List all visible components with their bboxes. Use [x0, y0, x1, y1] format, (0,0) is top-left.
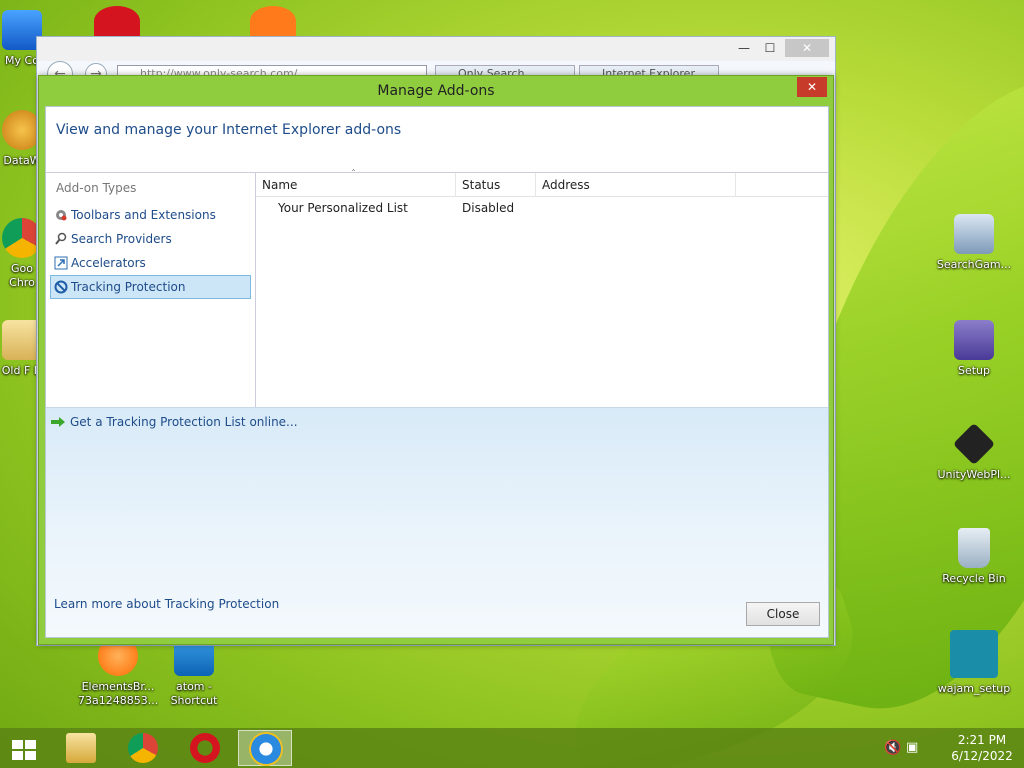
type-tracking-protection[interactable]: Tracking Protection: [50, 275, 251, 299]
taskbar: 🔇 ▣ 2:21 PM 6/12/2022: [0, 728, 1024, 768]
dialog-header: View and manage your Internet Explorer a…: [46, 107, 828, 173]
setup-box-icon: [954, 320, 994, 360]
minimize-icon[interactable]: —: [731, 39, 757, 57]
system-tray: 🔇 ▣ 2:21 PM 6/12/2022: [884, 728, 1024, 768]
recycle-bin-icon: [958, 528, 990, 568]
desktop-icon-elements-browser[interactable]: ElementsBr... 73a1248853...: [78, 636, 158, 708]
row-status: Disabled: [462, 201, 515, 215]
row-name: Your Personalized List: [278, 201, 408, 215]
details-pane: Get a Tracking Protection List online...…: [46, 407, 828, 637]
desktop-icon-recycle-bin[interactable]: Recycle Bin: [934, 528, 1014, 586]
clock[interactable]: 2:21 PM 6/12/2022: [940, 732, 1024, 764]
desktop-icon-atom[interactable]: atom - Shortcut: [154, 636, 234, 708]
ie-titlebar: — ☐ ✕: [37, 37, 835, 61]
accelerator-icon: [54, 256, 68, 270]
taskbar-file-explorer[interactable]: [54, 730, 108, 766]
desktop-icon-searchgames[interactable]: SearchGam...: [934, 214, 1014, 272]
volume-muted-icon[interactable]: 🔇: [884, 740, 901, 756]
list-header: ˆ Name Status Address: [256, 169, 828, 197]
type-accelerators[interactable]: Accelerators: [50, 251, 251, 275]
addon-list: ˆ Name Status Address Your Personalized …: [256, 169, 828, 407]
addon-types-panel: Add-on Types Toolbars and Extensions Sea…: [46, 173, 256, 407]
dialog-close-icon[interactable]: ✕: [797, 77, 827, 97]
gear-icon: [56, 210, 67, 221]
addon-types-title: Add-on Types: [56, 181, 137, 195]
search-icon: [55, 232, 67, 245]
unity-icon: [952, 422, 996, 466]
manage-addons-dialog: Manage Add-ons ✕ View and manage your In…: [38, 75, 834, 645]
file-explorer-icon: [66, 733, 96, 763]
opera-icon[interactable]: [94, 6, 140, 36]
close-icon[interactable]: ✕: [785, 39, 829, 57]
wajam-icon: [950, 630, 998, 678]
windows-logo-icon: [12, 740, 36, 760]
column-name[interactable]: Name: [256, 173, 456, 197]
installer-icon: [954, 214, 994, 254]
network-icon[interactable]: ▣: [906, 740, 918, 755]
close-button[interactable]: Close: [746, 602, 820, 626]
column-address[interactable]: Address: [536, 173, 736, 197]
dialog-title: Manage Add-ons: [377, 83, 495, 99]
chrome-icon: [128, 733, 158, 763]
type-toolbars-extensions[interactable]: Toolbars and Extensions: [50, 203, 251, 227]
dialog-content: View and manage your Internet Explorer a…: [45, 106, 829, 638]
taskbar-internet-explorer[interactable]: [238, 730, 292, 766]
elements-browser-icon[interactable]: [250, 6, 296, 36]
clock-time: 2:21 PM: [957, 733, 1007, 747]
maximize-icon[interactable]: ☐: [757, 39, 783, 57]
taskbar-opera[interactable]: [178, 730, 232, 766]
get-tracking-list-link[interactable]: Get a Tracking Protection List online...: [50, 415, 298, 429]
clock-date: 6/12/2022: [951, 749, 1013, 763]
learn-more-link[interactable]: Learn more about Tracking Protection: [54, 597, 279, 611]
table-row[interactable]: Your Personalized List Disabled: [256, 197, 828, 219]
internet-explorer-icon: [251, 734, 281, 764]
taskbar-chrome[interactable]: [116, 730, 170, 766]
opera-icon: [190, 733, 220, 763]
desktop-icon-wajam[interactable]: wajam_setup: [934, 630, 1014, 696]
start-button[interactable]: [0, 730, 48, 766]
desktop-icon-setup[interactable]: Setup: [934, 320, 1014, 378]
column-status[interactable]: Status: [456, 173, 536, 197]
desktop-icon-unity[interactable]: UnityWebPl...: [934, 422, 1014, 482]
tracking-protection-icon: [54, 280, 68, 294]
type-search-providers[interactable]: Search Providers: [50, 227, 251, 251]
green-arrow-icon: [51, 417, 65, 427]
